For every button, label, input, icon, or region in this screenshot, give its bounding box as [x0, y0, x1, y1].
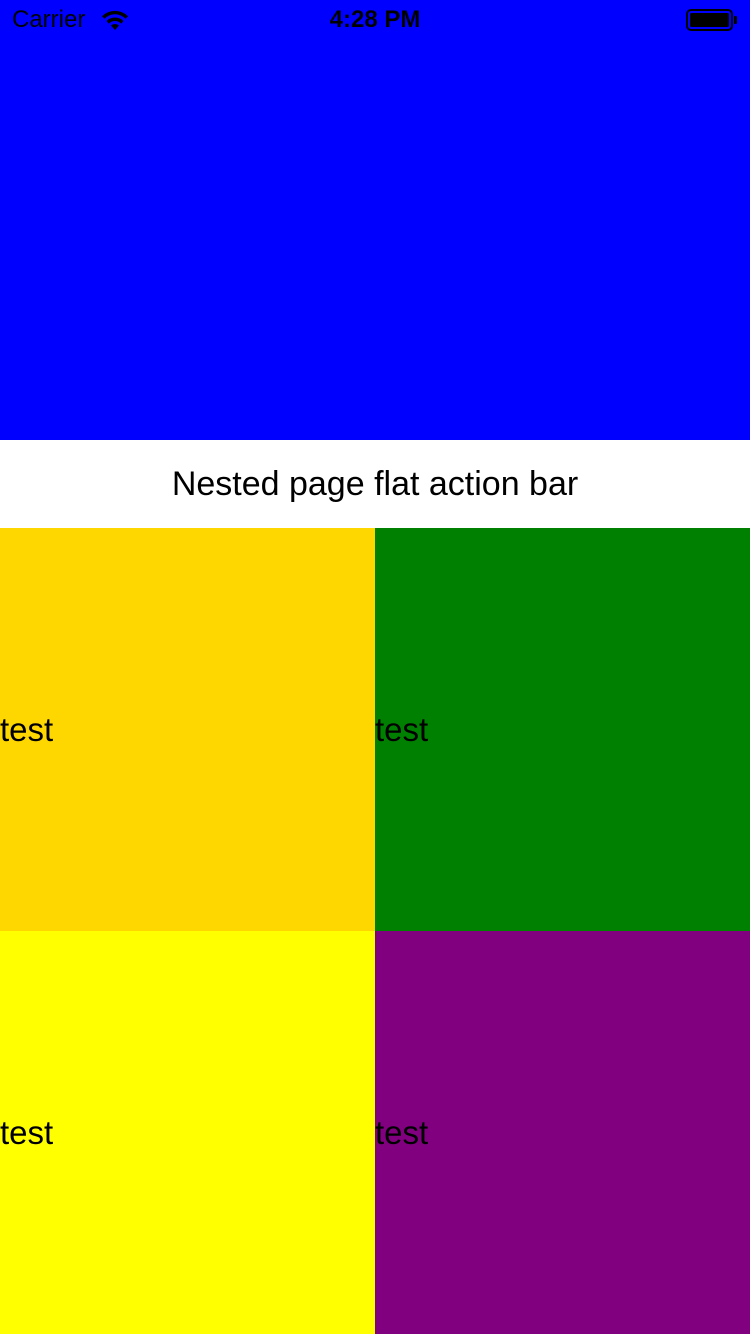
action-bar: Nested page flat action bar — [0, 440, 750, 528]
status-time: 4:28 PM — [329, 6, 421, 33]
grid-tile-yellow: test — [0, 931, 375, 1334]
tile-label: test — [375, 710, 429, 748]
battery-full-icon — [686, 9, 738, 31]
tile-label: test — [375, 1113, 429, 1151]
action-bar-title: Nested page flat action bar — [171, 464, 579, 503]
header-area: Carrier 4:28 PM — [0, 0, 750, 440]
status-bar: Carrier 4:28 PM — [0, 0, 750, 40]
screen: Carrier 4:28 PM Nested page flat action … — [0, 0, 750, 1334]
grid-tile-green: test — [375, 528, 750, 931]
tile-label: test — [0, 1113, 54, 1151]
grid-tile-gold: test — [0, 528, 375, 931]
grid-tile-purple: test — [375, 931, 750, 1334]
tile-label: test — [0, 710, 54, 748]
